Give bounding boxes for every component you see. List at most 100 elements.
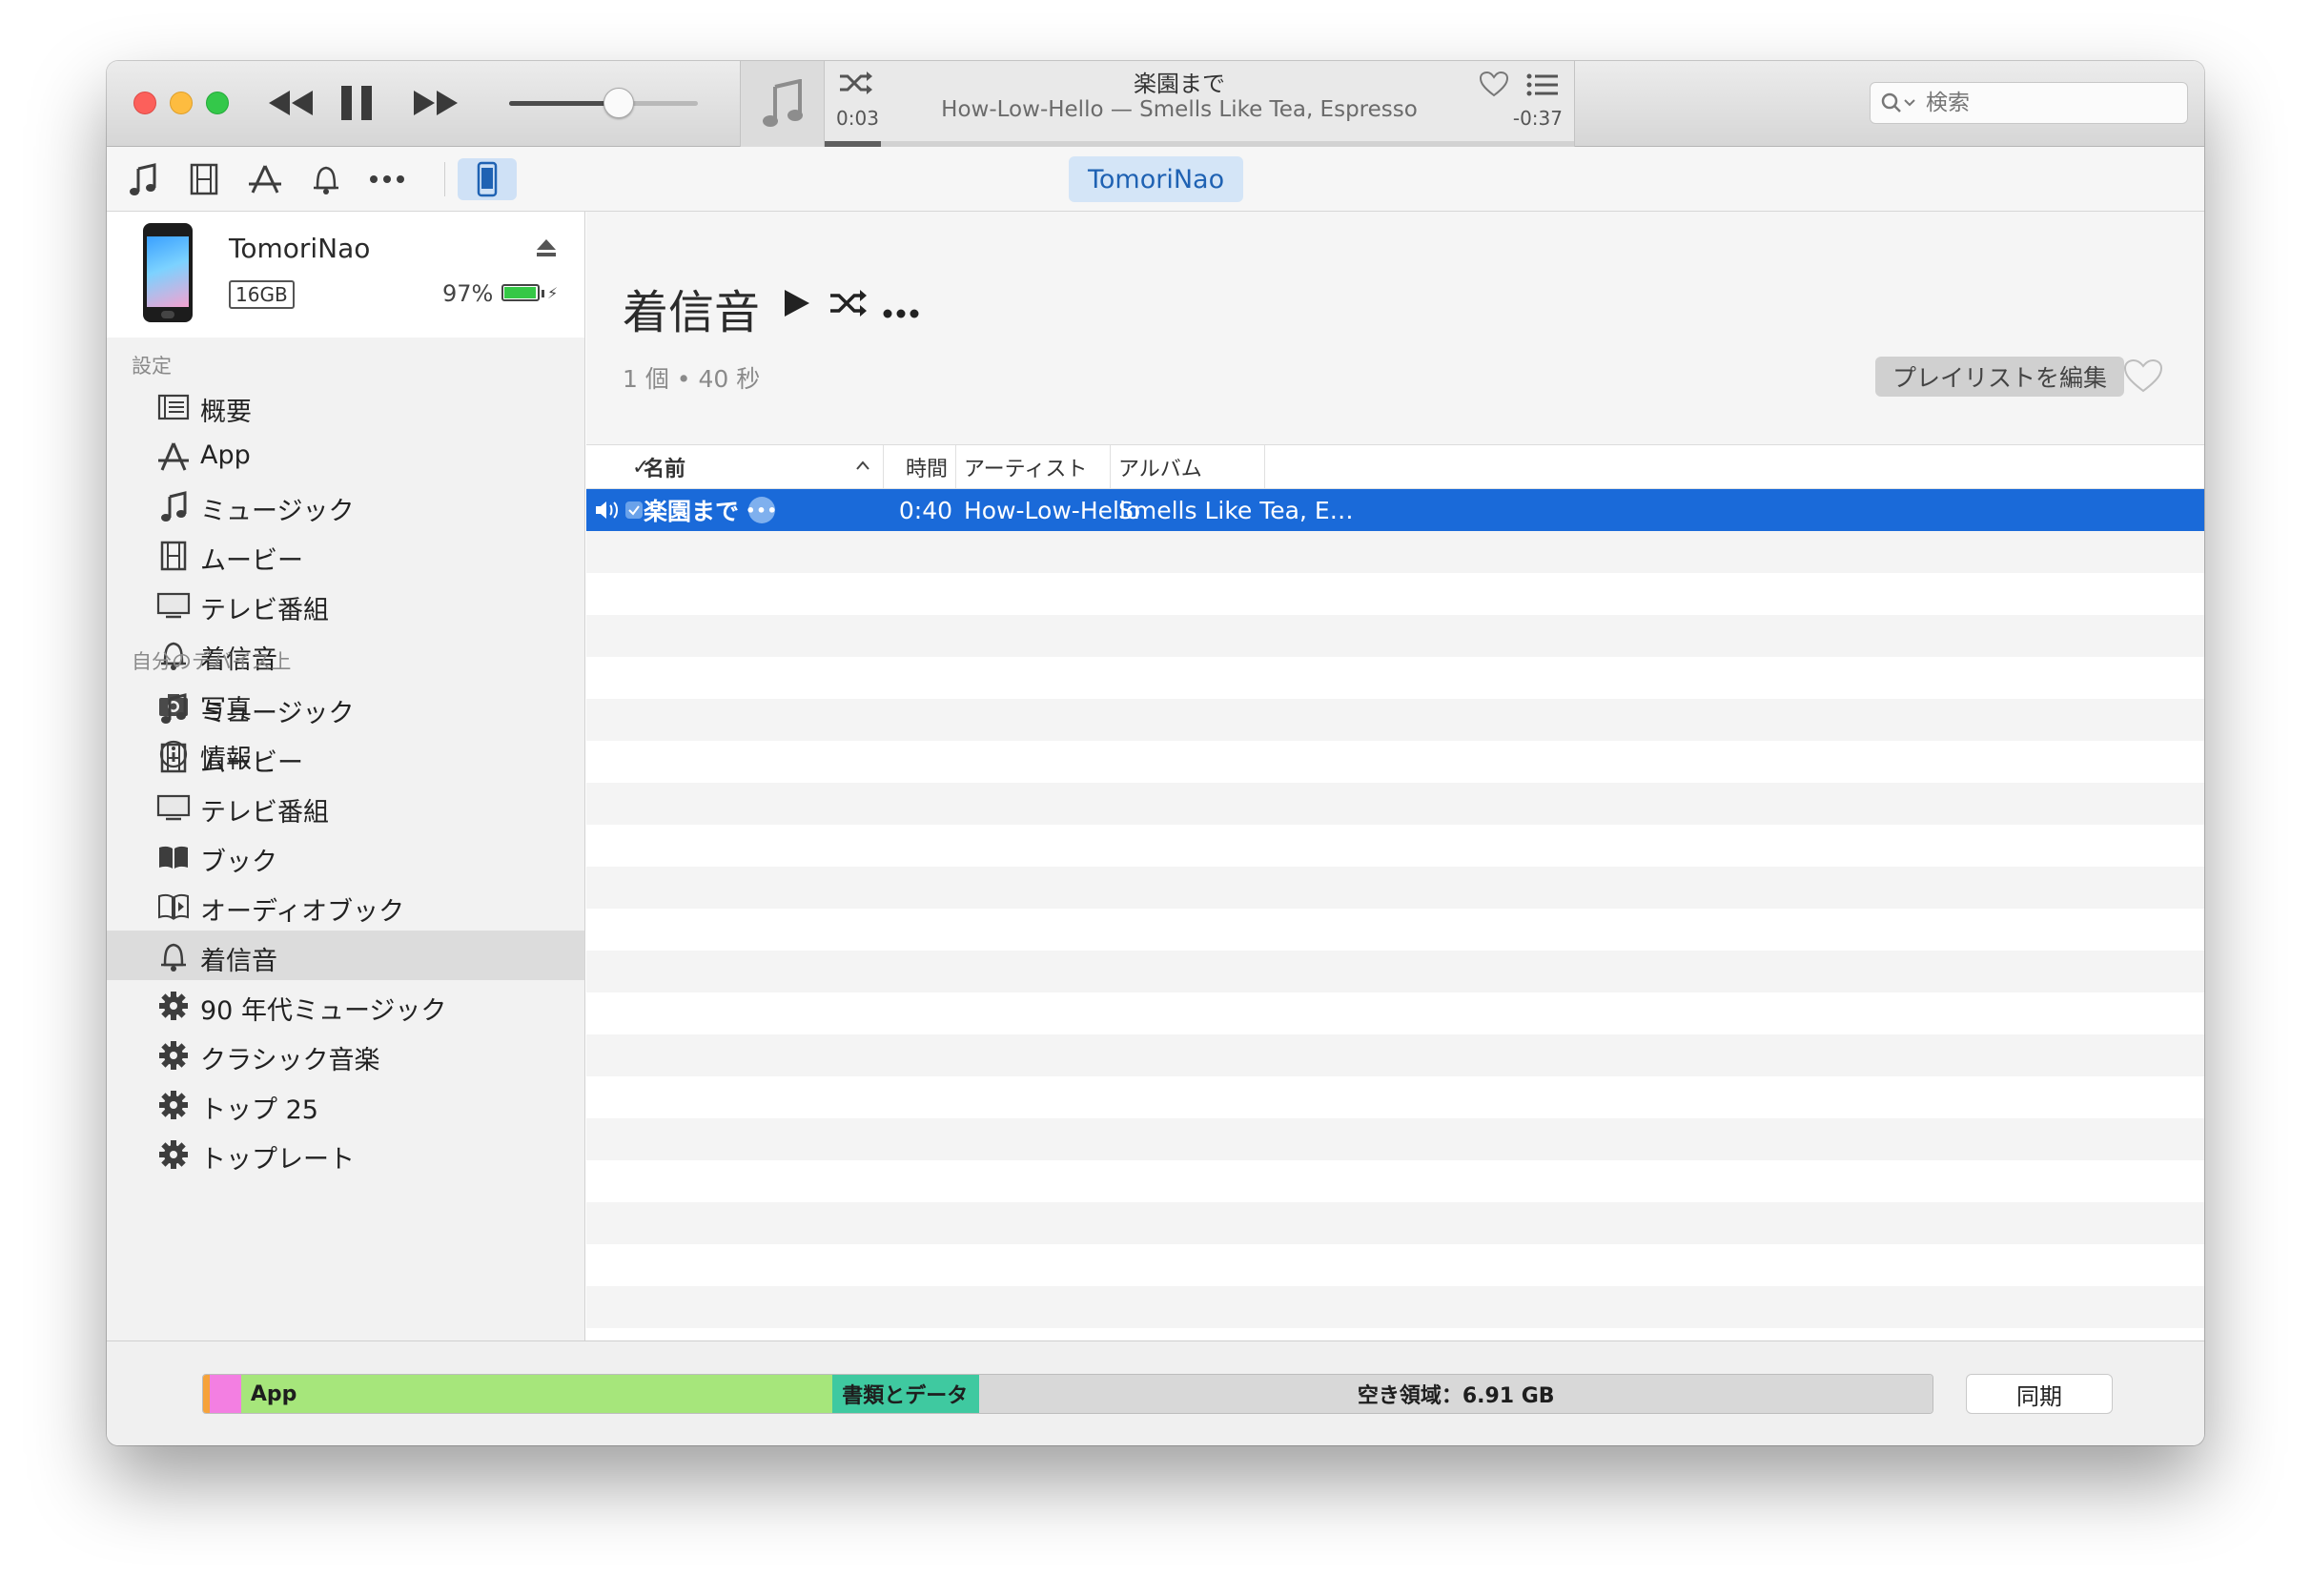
sidebar-item[interactable]: 概要 bbox=[107, 381, 584, 431]
sidebar-item[interactable]: ムービー bbox=[107, 732, 584, 782]
empty-table-row bbox=[586, 1244, 2204, 1286]
sidebar-item[interactable]: クラシック音楽 bbox=[107, 1030, 584, 1079]
eject-button[interactable] bbox=[536, 238, 557, 261]
next-track-button[interactable] bbox=[410, 80, 463, 126]
track-more-button[interactable]: ••• bbox=[746, 497, 777, 523]
storage-segment-orange[interactable] bbox=[203, 1375, 211, 1413]
list-icon bbox=[1526, 73, 1558, 96]
track-checkbox[interactable] bbox=[624, 489, 644, 531]
music-library-button[interactable] bbox=[122, 158, 164, 200]
tv-icon bbox=[156, 790, 191, 825]
previous-track-button[interactable] bbox=[263, 80, 317, 126]
storage-segment-pink[interactable] bbox=[210, 1375, 241, 1413]
column-header-time[interactable]: 時間 bbox=[884, 445, 956, 489]
storage-segment-free[interactable]: 空き領域：6.91 GB bbox=[979, 1375, 1933, 1413]
tv-icon bbox=[156, 588, 191, 623]
device-name-pill[interactable]: TomoriNao bbox=[1069, 156, 1244, 202]
play-playlist-button[interactable] bbox=[783, 288, 811, 322]
tones-button[interactable] bbox=[305, 158, 347, 200]
storage-segment-label: 空き領域：6.91 GB bbox=[1357, 1384, 1555, 1408]
movies-button[interactable] bbox=[183, 158, 225, 200]
settings-section-header: 設定 bbox=[132, 355, 172, 378]
edit-playlist-button[interactable]: プレイリストを編集 bbox=[1875, 357, 2125, 397]
sidebar-item[interactable]: トップレート bbox=[107, 1129, 584, 1178]
empty-table-row bbox=[586, 741, 2204, 783]
sidebar-item-label: クラシック音楽 bbox=[200, 1046, 380, 1075]
sidebar-item[interactable]: ミュージック bbox=[107, 481, 584, 530]
empty-table-row bbox=[586, 783, 2204, 825]
device-button[interactable] bbox=[458, 158, 517, 200]
empty-table-row bbox=[586, 1076, 2204, 1118]
love-playlist-button[interactable] bbox=[2123, 358, 2163, 397]
toolbar-separator bbox=[444, 162, 445, 196]
zoom-window-button[interactable] bbox=[206, 92, 229, 114]
sidebar-item-label: ミュージック bbox=[200, 497, 355, 526]
column-header-name-label: 名前 bbox=[644, 458, 686, 481]
album-art[interactable] bbox=[741, 61, 825, 147]
empty-table-row bbox=[586, 1160, 2204, 1202]
battery-percent: 97% bbox=[442, 280, 494, 307]
film-icon bbox=[156, 741, 191, 775]
sidebar-item[interactable]: 90 年代ミュージック bbox=[107, 980, 584, 1030]
column-header-name[interactable]: 名前 bbox=[636, 445, 884, 489]
sidebar-item[interactable]: ミュージック bbox=[107, 683, 584, 732]
sidebar-item[interactable]: 着信音 bbox=[107, 931, 584, 980]
main-content: 着信音 1 個 • 40 秒 プレイリストを編集 ✓ 名前 時間 アーティスト … bbox=[586, 212, 2204, 1340]
film-icon bbox=[190, 163, 218, 195]
more-media-button[interactable] bbox=[366, 158, 408, 200]
volume-knob[interactable] bbox=[603, 88, 634, 118]
sidebar-item[interactable]: ブック bbox=[107, 831, 584, 881]
eject-icon bbox=[537, 239, 556, 256]
column-header-artist[interactable]: アーティスト bbox=[956, 445, 1111, 489]
remaining-time: -0:37 bbox=[1512, 107, 1563, 130]
sort-ascending-icon bbox=[856, 460, 869, 470]
sidebar-item[interactable]: トップ 25 bbox=[107, 1079, 584, 1129]
storage-segment-docs[interactable]: 書類とデータ bbox=[832, 1375, 980, 1413]
empty-table-row bbox=[586, 531, 2204, 573]
sync-button[interactable]: 同期 bbox=[1966, 1374, 2113, 1414]
storage-segment-label: 書類とデータ bbox=[842, 1384, 969, 1408]
bell-icon bbox=[156, 939, 191, 973]
empty-table-row bbox=[586, 1202, 2204, 1244]
empty-table-row bbox=[586, 867, 2204, 909]
device-capacity: 16GB bbox=[229, 280, 295, 309]
now-playing-title: 楽園まで bbox=[1134, 71, 1225, 97]
shuffle-playlist-button[interactable] bbox=[828, 290, 867, 320]
sidebar: TomoriNao 16GB 97% ⚡ 設定 概要 App ミュージック ムービーテ… bbox=[107, 212, 585, 1340]
sidebar-item[interactable]: テレビ番組 bbox=[107, 580, 584, 629]
table-header: ✓ 名前 時間 アーティスト アルバム bbox=[586, 445, 2204, 489]
sidebar-item-label: オーディオブック bbox=[200, 897, 405, 927]
on-my-device-section-header: 自分のデバイス上 bbox=[132, 650, 292, 673]
music-note-icon bbox=[156, 489, 191, 523]
sidebar-item[interactable]: ムービー bbox=[107, 530, 584, 580]
close-window-button[interactable] bbox=[133, 92, 156, 114]
search-icon bbox=[1881, 92, 1915, 113]
sidebar-item[interactable]: オーディオブック bbox=[107, 881, 584, 931]
pause-button[interactable] bbox=[336, 80, 378, 126]
audiobook-icon bbox=[156, 890, 191, 924]
battery-icon bbox=[501, 284, 540, 301]
search-field[interactable] bbox=[1870, 82, 2188, 124]
search-input[interactable] bbox=[1926, 91, 2145, 115]
sidebar-item-label: 90 年代ミュージック bbox=[200, 996, 447, 1026]
fast-forward-icon bbox=[414, 91, 458, 115]
storage-segment-app[interactable]: App bbox=[240, 1375, 833, 1413]
empty-table-row bbox=[586, 992, 2204, 1034]
love-button[interactable] bbox=[1479, 71, 1509, 101]
column-header-album[interactable]: アルバム bbox=[1111, 445, 1265, 489]
playlist-title: 着信音 bbox=[623, 286, 761, 339]
minimize-window-button[interactable] bbox=[170, 92, 193, 114]
track-list: 楽園まで ••• 0:40 How-Low-Hello Smells Like Tea,… bbox=[586, 489, 2204, 1340]
bell-icon bbox=[314, 166, 338, 194]
storage-capacity-bar[interactable]: App 書類とデータ 空き領域：6.91 GB bbox=[202, 1374, 1933, 1414]
sidebar-item-label: テレビ番組 bbox=[200, 798, 329, 828]
apps-button[interactable] bbox=[244, 158, 286, 200]
table-row[interactable]: 楽園まで ••• 0:40 How-Low-Hello Smells Like Tea,… bbox=[586, 489, 2204, 531]
music-icon bbox=[130, 163, 156, 195]
playlist-more-button[interactable] bbox=[882, 290, 920, 328]
sidebar-item[interactable]: App bbox=[107, 431, 584, 481]
sidebar-item[interactable]: テレビ番組 bbox=[107, 782, 584, 831]
app-store-icon bbox=[156, 440, 191, 474]
up-next-button[interactable] bbox=[1526, 72, 1559, 101]
shuffle-toggle[interactable] bbox=[838, 71, 872, 99]
